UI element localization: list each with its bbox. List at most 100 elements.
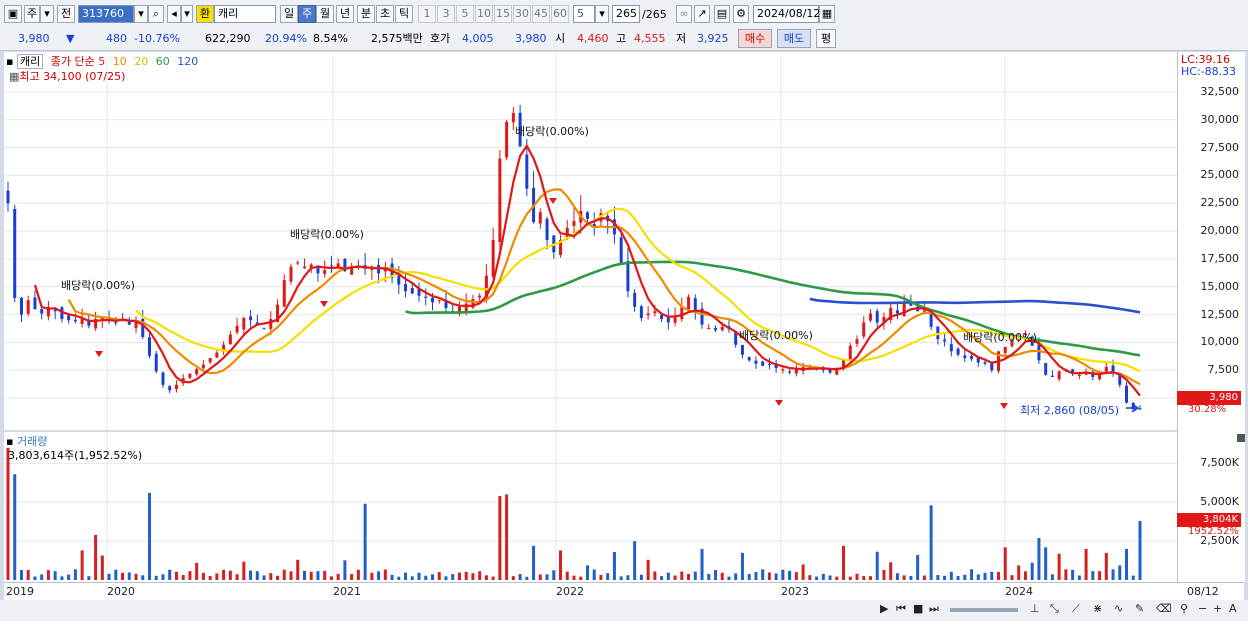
hoga-ask: 4,005 xyxy=(462,32,494,45)
search-icon[interactable]: ⌕ xyxy=(148,5,164,23)
volume-bar xyxy=(606,573,610,580)
tab-month[interactable]: 월 xyxy=(316,5,334,23)
candle-body xyxy=(26,300,30,314)
tab-minute[interactable]: 분 xyxy=(357,5,375,23)
scroll-start-icon[interactable]: ⏮ xyxy=(896,602,906,616)
cursor-icon[interactable]: ⤡ xyxy=(1050,602,1059,616)
tab-day[interactable]: 일 xyxy=(280,5,298,23)
candle-body xyxy=(754,360,758,364)
volume-bar xyxy=(1098,571,1102,580)
collapse-icon[interactable] xyxy=(1237,434,1245,442)
interval-input[interactable]: 5 xyxy=(573,5,595,23)
fx-button[interactable]: 환 xyxy=(196,5,214,23)
volume-bar xyxy=(707,573,711,580)
candle-body xyxy=(633,292,637,307)
candle-body xyxy=(895,310,899,314)
interval-15[interactable]: 15 xyxy=(494,5,512,23)
price-chart-panel[interactable] xyxy=(4,52,1177,430)
zoom-slider[interactable] xyxy=(950,608,1018,612)
buy-button[interactable]: 매수 xyxy=(738,29,772,48)
x-label: 2020 xyxy=(107,585,135,598)
volume-bar xyxy=(1091,571,1095,580)
candle-body xyxy=(282,280,286,307)
gear-icon[interactable]: ⚙ xyxy=(733,5,749,23)
volume-bar xyxy=(1071,569,1075,580)
price-chart-svg[interactable] xyxy=(4,52,1177,430)
interval-30[interactable]: 30 xyxy=(513,5,531,23)
dividend-marker-label: 배당락(0.00%) xyxy=(61,279,135,292)
volume-bar xyxy=(815,576,819,580)
data-count-input[interactable]: 265 xyxy=(612,5,640,23)
interval-1[interactable]: 1 xyxy=(418,5,436,23)
stock-code-input[interactable]: 313760 xyxy=(78,5,134,23)
volume-bar xyxy=(343,560,347,580)
candle-body xyxy=(397,275,401,285)
dividend-marker-label: 배당락(0.00%) xyxy=(290,228,364,241)
candle-body xyxy=(296,262,300,264)
interval-45[interactable]: 45 xyxy=(532,5,550,23)
volume-tick-label: 5,000K xyxy=(1200,495,1239,509)
pen-icon[interactable]: ✎ xyxy=(1135,602,1144,615)
tab-week[interactable]: 주 xyxy=(298,5,316,23)
wave-icon[interactable]: ∿ xyxy=(1114,602,1123,615)
tab-second[interactable]: 초 xyxy=(376,5,394,23)
save-icon[interactable]: ▤ xyxy=(714,5,730,23)
interval-dropdown-icon[interactable]: ▾ xyxy=(595,5,609,23)
auto-scale-icon[interactable]: A xyxy=(1229,602,1237,615)
period-dropdown-icon[interactable]: ▾ xyxy=(40,5,54,23)
price-legend: ▪ 캐리 종가 단순 5 10 20 60 120 xyxy=(6,53,198,69)
stop-icon[interactable]: ■ xyxy=(913,602,923,615)
legend-ma20: 20 xyxy=(134,55,149,68)
date-input[interactable]: 2024/08/12 xyxy=(753,5,820,23)
candle-body xyxy=(464,303,468,312)
candle-body xyxy=(323,270,327,274)
zoom-out-icon[interactable]: − xyxy=(1198,602,1207,615)
volume-bar xyxy=(431,574,434,580)
eval-button[interactable]: 평 xyxy=(816,29,836,48)
period-select[interactable]: 주 xyxy=(24,5,40,23)
prev-button[interactable]: 전 xyxy=(57,5,75,23)
sell-button[interactable]: 매도 xyxy=(777,29,811,48)
zoom-icon[interactable]: ⚲ xyxy=(1180,602,1188,615)
scroll-right-icon[interactable]: ▶ xyxy=(880,602,888,615)
volume-bar xyxy=(1030,562,1034,580)
panel-menu-icon[interactable]: ▪ xyxy=(6,55,13,68)
speaker-dropdown-icon[interactable]: ▾ xyxy=(181,5,193,23)
volume-bar xyxy=(740,552,744,580)
y-tick-label: 17,500 xyxy=(1200,251,1240,265)
volume-bar xyxy=(127,572,131,580)
volume-bar xyxy=(323,570,327,580)
interval-10[interactable]: 10 xyxy=(475,5,493,23)
candle-body xyxy=(161,372,165,385)
volume-chart-panel[interactable] xyxy=(4,432,1177,582)
tab-year[interactable]: 년 xyxy=(336,5,354,23)
trendline-icon[interactable]: ⟋ xyxy=(1072,602,1080,616)
link-icon[interactable]: ∞ xyxy=(676,5,692,23)
tab-tick[interactable]: 틱 xyxy=(395,5,413,23)
interval-3[interactable]: 3 xyxy=(437,5,455,23)
calendar-icon[interactable]: ▦ xyxy=(819,5,835,23)
all-time-high-note: ▦최고 34,100 (07/25) xyxy=(9,68,125,84)
open-price: 4,460 xyxy=(577,32,609,45)
interval-60[interactable]: 60 xyxy=(551,5,569,23)
code-dropdown-icon[interactable]: ▾ xyxy=(134,5,148,23)
volume-chart-svg[interactable] xyxy=(4,432,1177,582)
fibo-icon[interactable]: ⋇ xyxy=(1093,602,1102,615)
chart-layout-icon[interactable]: ▣ xyxy=(4,5,22,23)
stock-name-field[interactable]: 캐리 xyxy=(214,5,276,23)
ruler-icon[interactable]: ⊥ xyxy=(1030,602,1040,615)
speaker-icon[interactable]: ◂ xyxy=(167,5,181,23)
candle-body xyxy=(963,355,967,359)
candle-body xyxy=(1125,385,1129,403)
volume-bar xyxy=(188,571,192,580)
candle-body xyxy=(1084,373,1088,375)
volume-bar xyxy=(1118,565,1122,580)
scroll-end-icon[interactable]: ⏭ xyxy=(929,602,939,616)
zoom-in-icon[interactable]: + xyxy=(1213,602,1222,615)
eraser-icon[interactable]: ⌫ xyxy=(1156,602,1172,615)
volume-bar xyxy=(687,573,691,580)
interval-5[interactable]: 5 xyxy=(456,5,474,23)
draw-tool-icon[interactable]: ↗ xyxy=(694,5,710,23)
candle-body xyxy=(626,260,630,292)
y-axis[interactable]: LC:39.16 HC:-88.33 32,500 30,000 27,500 25,… xyxy=(1177,52,1245,582)
